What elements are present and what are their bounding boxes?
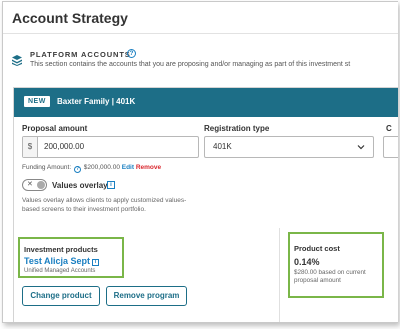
funding-amount-row: Funding Amount: ? $200,000.00 Edit Remov… bbox=[22, 164, 161, 173]
remove-program-button[interactable]: Remove program bbox=[106, 286, 187, 306]
product-cost-section: Product cost 0.14% $280.00 based on curr… bbox=[288, 232, 384, 298]
account-card-header: NEW Baxter Family | 401K bbox=[14, 88, 398, 117]
investment-products-section: Investment products Test Alicja Sept i Un… bbox=[18, 237, 124, 278]
values-overlay-toggle[interactable]: ✕ bbox=[22, 179, 47, 191]
section-divider bbox=[279, 228, 280, 322]
truncated-field-label: C bbox=[386, 124, 392, 133]
product-cost-title: Product cost bbox=[294, 244, 340, 253]
platform-accounts-description: This section contains the accounts that … bbox=[30, 61, 351, 68]
values-overlay-label: Values overlay bbox=[52, 181, 108, 190]
proposal-amount-label: Proposal amount bbox=[22, 124, 88, 133]
product-cost-value: 0.14% bbox=[294, 257, 320, 267]
info-icon[interactable]: i bbox=[107, 181, 115, 189]
truncated-field[interactable] bbox=[383, 136, 398, 158]
account-card: NEW Baxter Family | 401K Proposal amount… bbox=[13, 87, 398, 322]
proposal-amount-field[interactable]: $ 200,000.00 bbox=[22, 136, 199, 158]
question-circle-icon[interactable]: ? bbox=[73, 166, 81, 173]
close-icon: ✕ bbox=[27, 181, 33, 188]
funding-amount-value: $200,000.00 bbox=[83, 164, 120, 171]
toggle-knob bbox=[37, 181, 45, 189]
platform-accounts-title: PLATFORM ACCOUNTS bbox=[30, 50, 131, 59]
registration-type-select[interactable]: 401K bbox=[204, 136, 374, 158]
edit-funding-link[interactable]: Edit bbox=[122, 164, 134, 171]
proposal-amount-input[interactable]: 200,000.00 bbox=[44, 137, 84, 157]
change-product-button[interactable]: Change product bbox=[22, 286, 100, 306]
title-divider bbox=[3, 33, 398, 34]
investment-products-title: Investment products bbox=[24, 245, 98, 254]
layers-icon bbox=[12, 55, 22, 66]
funding-amount-label: Funding Amount: bbox=[22, 164, 72, 171]
remove-funding-link[interactable]: Remove bbox=[136, 164, 161, 171]
investment-product-subtitle: Unified Managed Accounts bbox=[24, 268, 96, 274]
investment-product-name[interactable]: Test Alicja Sept bbox=[24, 256, 90, 266]
question-circle-icon[interactable]: ? bbox=[127, 49, 136, 58]
product-cost-description: $280.00 based on current proposal amount bbox=[294, 269, 366, 284]
values-overlay-description: Values overlay allows clients to apply c… bbox=[22, 197, 187, 213]
account-name: Baxter Family | 401K bbox=[57, 97, 136, 106]
info-icon[interactable]: i bbox=[92, 259, 100, 266]
new-badge: NEW bbox=[24, 96, 50, 107]
account-strategy-panel: Account Strategy PLATFORM ACCOUNTS ? Thi… bbox=[2, 1, 398, 323]
page-title: Account Strategy bbox=[12, 10, 128, 26]
registration-type-value: 401K bbox=[213, 142, 232, 151]
currency-prefix: $ bbox=[23, 137, 38, 157]
chevron-down-icon bbox=[357, 145, 365, 150]
investment-product-link[interactable]: Test Alicja Sept i bbox=[24, 256, 100, 266]
registration-type-label: Registration type bbox=[204, 124, 270, 133]
